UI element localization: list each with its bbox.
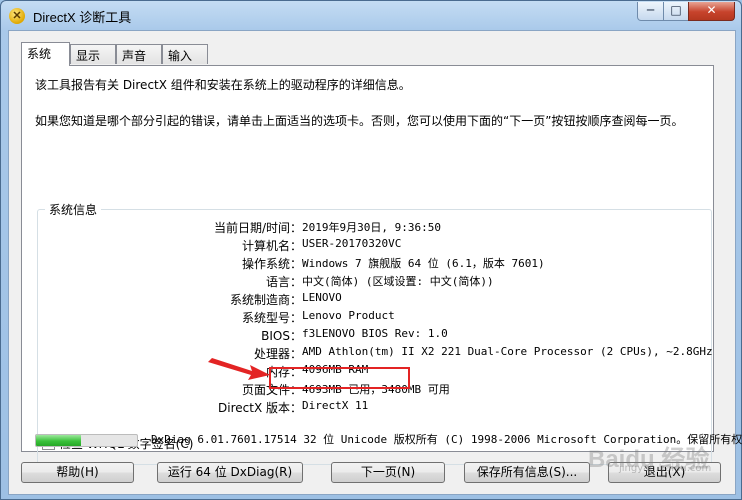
progress-fill (36, 435, 82, 446)
info-label: DirectX 版本： (218, 401, 302, 415)
info-value: 中文(简体) (区域设置: 中文(简体)) (302, 275, 494, 288)
window-title: DirectX 诊断工具 (33, 10, 132, 25)
info-label: 系统制造商： (229, 293, 302, 307)
info-value: 2019年9月30日, 9:36:50 (302, 221, 441, 234)
next-page-button[interactable]: 下一页(N) (331, 462, 445, 483)
run-64bit-dxdiag-button[interactable]: 运行 64 位 DxDiag(R) (157, 462, 303, 483)
info-label: 语言： (265, 275, 302, 289)
baidu-watermark-url: jingyan.baidu.com (619, 463, 712, 474)
system-info-group-title: 系统信息 (45, 201, 102, 218)
directx-icon: ✕ (9, 8, 25, 24)
info-row-model: 系统型号： Lenovo Product (38, 309, 708, 327)
info-label: 系统型号： (241, 311, 302, 325)
info-label: BIOS： (261, 329, 302, 343)
info-value: LENOVO (302, 291, 342, 304)
info-row-processor: 处理器： AMD Athlon(tm) II X2 221 Dual-Core … (38, 345, 713, 363)
info-label: 当前日期/时间： (213, 221, 302, 235)
red-arrow-icon (208, 358, 270, 380)
tab-display[interactable]: 显示 (70, 44, 116, 64)
info-row-computer-name: 计算机名： USER-20170320VC (38, 237, 708, 255)
info-row-os: 操作系统： Windows 7 旗舰版 64 位 (6.1，版本 7601) (38, 255, 708, 273)
info-value: AMD Athlon(tm) II X2 221 Dual-Core Proce… (302, 345, 713, 358)
system-info-group: 系统信息 当前日期/时间： 2019年9月30日, 9:36:50 计算机名： … (37, 201, 713, 465)
save-all-info-button[interactable]: 保存所有信息(S)... (464, 462, 590, 483)
info-label: 操作系统： (241, 257, 302, 271)
help-button[interactable]: 帮助(H) (21, 462, 134, 483)
info-row-directx-version: DirectX 版本： DirectX 11 (38, 399, 708, 417)
maximize-button[interactable]: □ (663, 2, 689, 21)
info-value: USER-20170320VC (302, 237, 402, 250)
info-row-bios: BIOS： f3LENOVO BIOS Rev: 1.0 (38, 327, 708, 345)
intro-text-1: 该工具报告有关 DirectX 组件和安装在系统上的驱动程序的详细信息。 (35, 78, 411, 92)
info-row-datetime: 当前日期/时间： 2019年9月30日, 9:36:50 (38, 219, 708, 237)
dxdiag-window: ✕ DirectX 诊断工具 ─ □ ✕ 系统 显示 声音 输入 该工具报告有关… (0, 0, 742, 500)
close-button[interactable]: ✕ (688, 2, 735, 21)
info-value: Lenovo Product (302, 309, 395, 322)
memory-highlight-box (269, 367, 410, 389)
info-row-manufacturer: 系统制造商： LENOVO (38, 291, 708, 309)
info-row-language: 语言： 中文(简体) (区域设置: 中文(简体)) (38, 273, 708, 291)
info-value: f3LENOVO BIOS Rev: 1.0 (302, 327, 448, 340)
title-bar[interactable]: ✕ DirectX 诊断工具 ─ □ ✕ (1, 1, 741, 29)
progress-bar (35, 434, 138, 447)
tab-system[interactable]: 系统 (21, 42, 70, 66)
info-value: DirectX 11 (302, 399, 369, 412)
minimize-button[interactable]: ─ (637, 2, 664, 21)
system-tab-panel: 该工具报告有关 DirectX 组件和安装在系统上的驱动程序的详细信息。 如果您… (21, 65, 714, 465)
info-label: 计算机名： (241, 239, 302, 253)
client-area: 系统 显示 声音 输入 该工具报告有关 DirectX 组件和安装在系统上的驱动… (8, 30, 742, 495)
tab-input[interactable]: 输入 (162, 44, 208, 64)
intro-text-2: 如果您知道是哪个部分引起的错误，请单击上面适当的选项卡。否则，您可以使用下面的“… (35, 114, 684, 128)
info-value: Windows 7 旗舰版 64 位 (6.1，版本 7601) (302, 257, 545, 270)
tab-sound[interactable]: 声音 (116, 44, 162, 64)
